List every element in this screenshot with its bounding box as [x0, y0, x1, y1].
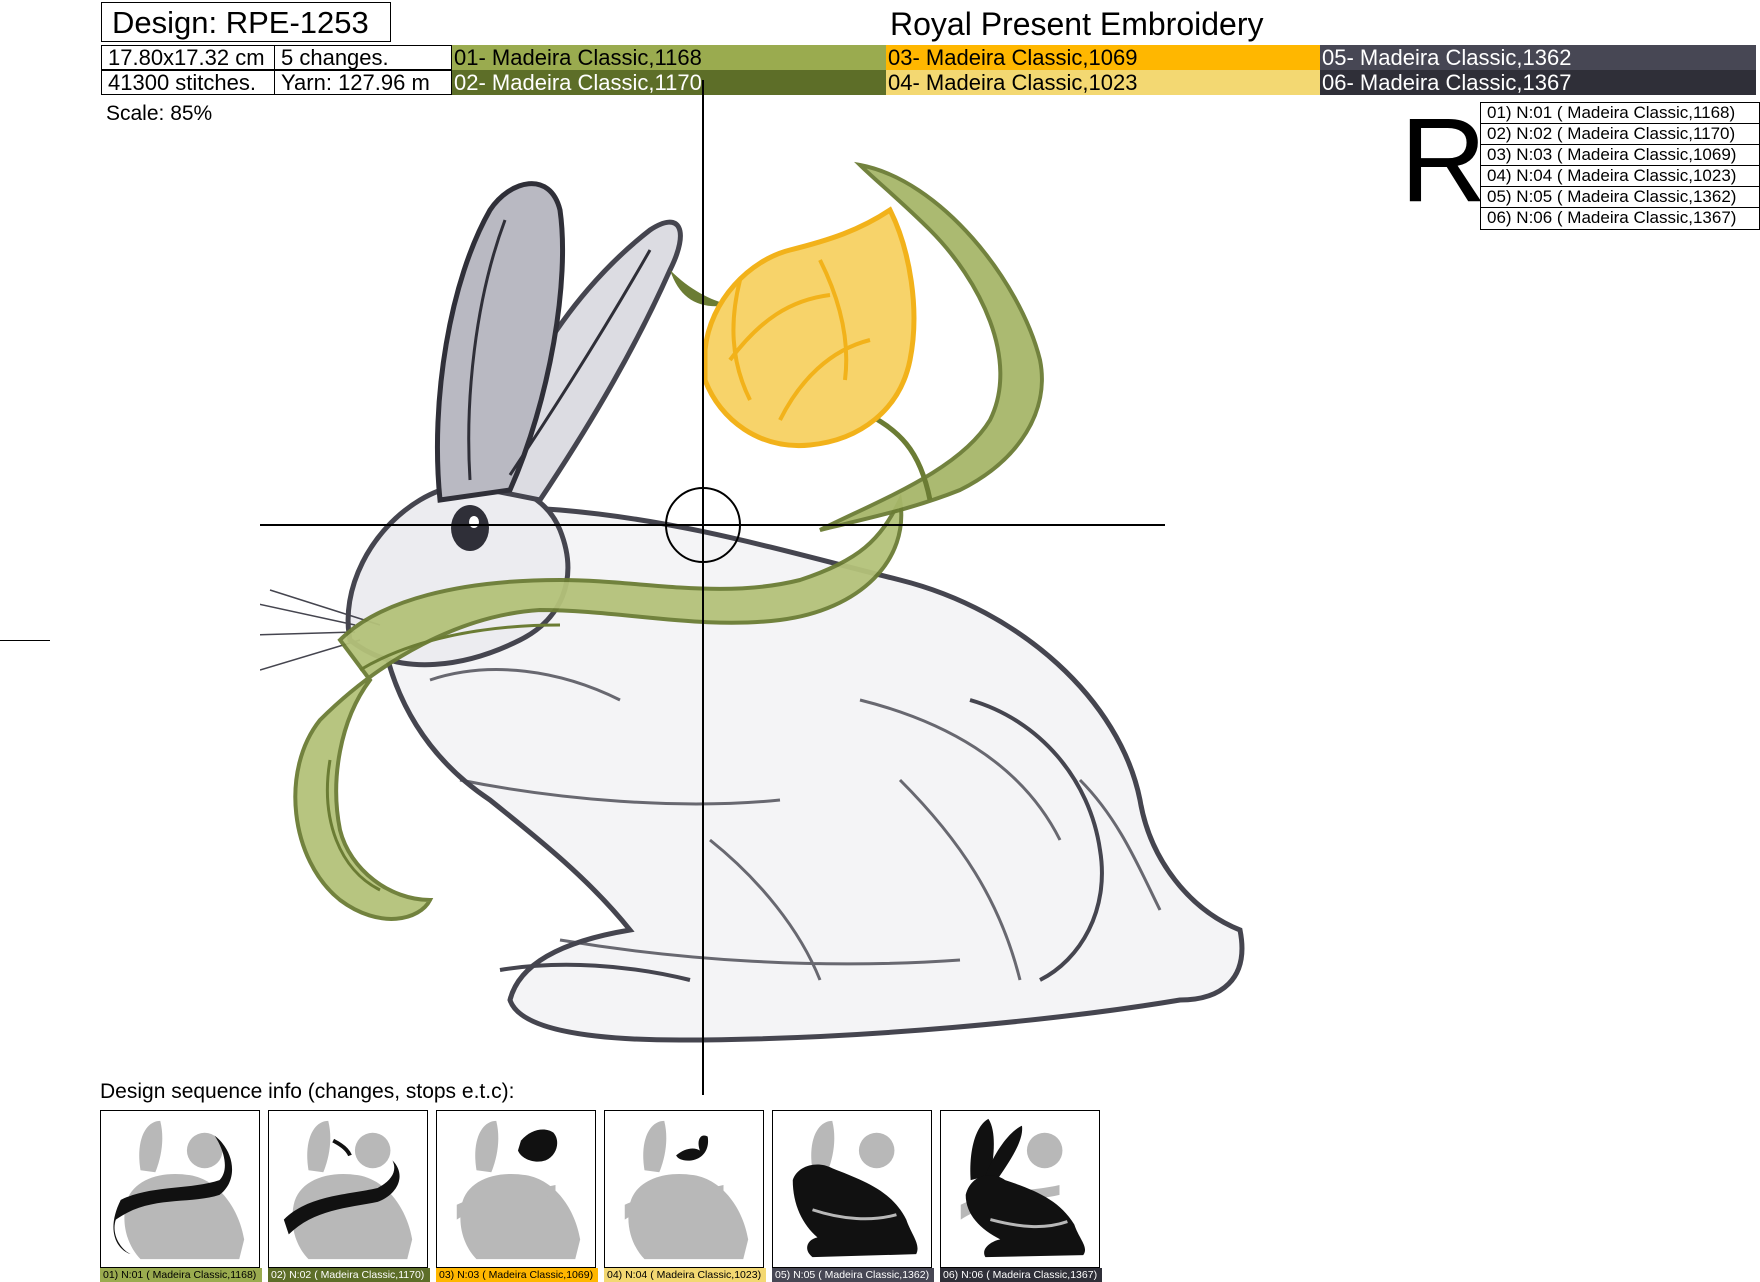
thread-swatch-01: 01- Madeira Classic,1168 — [452, 45, 886, 70]
sequence-step-04: 04) N:04 ( Madeira Classic,1023) — [604, 1110, 766, 1282]
scale-label: Scale: 85% — [106, 102, 213, 125]
design-preview — [260, 80, 1245, 1095]
step-thumbnail — [604, 1110, 764, 1268]
step-thumbnail — [100, 1110, 260, 1268]
sequence-step-06: 06) N:06 ( Madeira Classic,1367) — [940, 1110, 1102, 1282]
tulip-flower — [702, 206, 917, 449]
legend-row: 06) N:06 ( Madeira Classic,1367) — [1487, 208, 1737, 227]
step-preview — [792, 1120, 918, 1258]
step-thumbnail — [436, 1110, 596, 1268]
step-preview — [283, 1120, 413, 1260]
thread-swatch-06: 06- Madeira Classic,1367 — [1320, 70, 1756, 95]
step-thumbnail — [940, 1110, 1100, 1268]
thread-legend: 01) N:01 ( Madeira Classic,1168) 02) N:0… — [1480, 102, 1760, 230]
step-preview — [456, 1120, 581, 1260]
step-thumbnail — [772, 1110, 932, 1268]
stitch-count: 41300 stitches. — [101, 70, 275, 95]
margin-tick — [0, 640, 50, 641]
legend-row: 05) N:05 ( Madeira Classic,1362) — [1481, 187, 1759, 208]
brand-title: Royal Present Embroidery — [890, 6, 1264, 42]
thread-swatch-05: 05- Madeira Classic,1362 — [1320, 45, 1756, 70]
sequence-label: Design sequence info (changes, stops e.t… — [100, 1080, 515, 1103]
step-preview — [624, 1120, 749, 1260]
design-id: Design: RPE-1253 — [101, 2, 391, 42]
step-preview — [960, 1118, 1086, 1258]
step-preview — [113, 1120, 245, 1260]
legend-row: 04) N:04 ( Madeira Classic,1023) — [1481, 166, 1759, 187]
thread-swatch-03: 03- Madeira Classic,1069 — [886, 45, 1320, 70]
sequence-step-05: 05) N:05 ( Madeira Classic,1362) — [772, 1110, 934, 1282]
design-size: 17.80x17.32 cm — [101, 45, 275, 70]
color-changes: 5 changes. — [274, 45, 452, 70]
bunny-eye — [451, 505, 489, 551]
legend-row: 01) N:01 ( Madeira Classic,1168) — [1481, 103, 1759, 124]
step-thumbnail — [268, 1110, 428, 1268]
sequence-step-01: 01) N:01 ( Madeira Classic,1168) — [100, 1110, 262, 1282]
legend-row: 02) N:02 ( Madeira Classic,1170) — [1481, 124, 1759, 145]
rotation-mark: R — [1400, 93, 1487, 227]
sequence-step-03: 03) N:03 ( Madeira Classic,1069) — [436, 1110, 598, 1282]
legend-row: 03) N:03 ( Madeira Classic,1069) — [1481, 145, 1759, 166]
sequence-step-02: 02) N:02 ( Madeira Classic,1170) — [268, 1110, 430, 1282]
